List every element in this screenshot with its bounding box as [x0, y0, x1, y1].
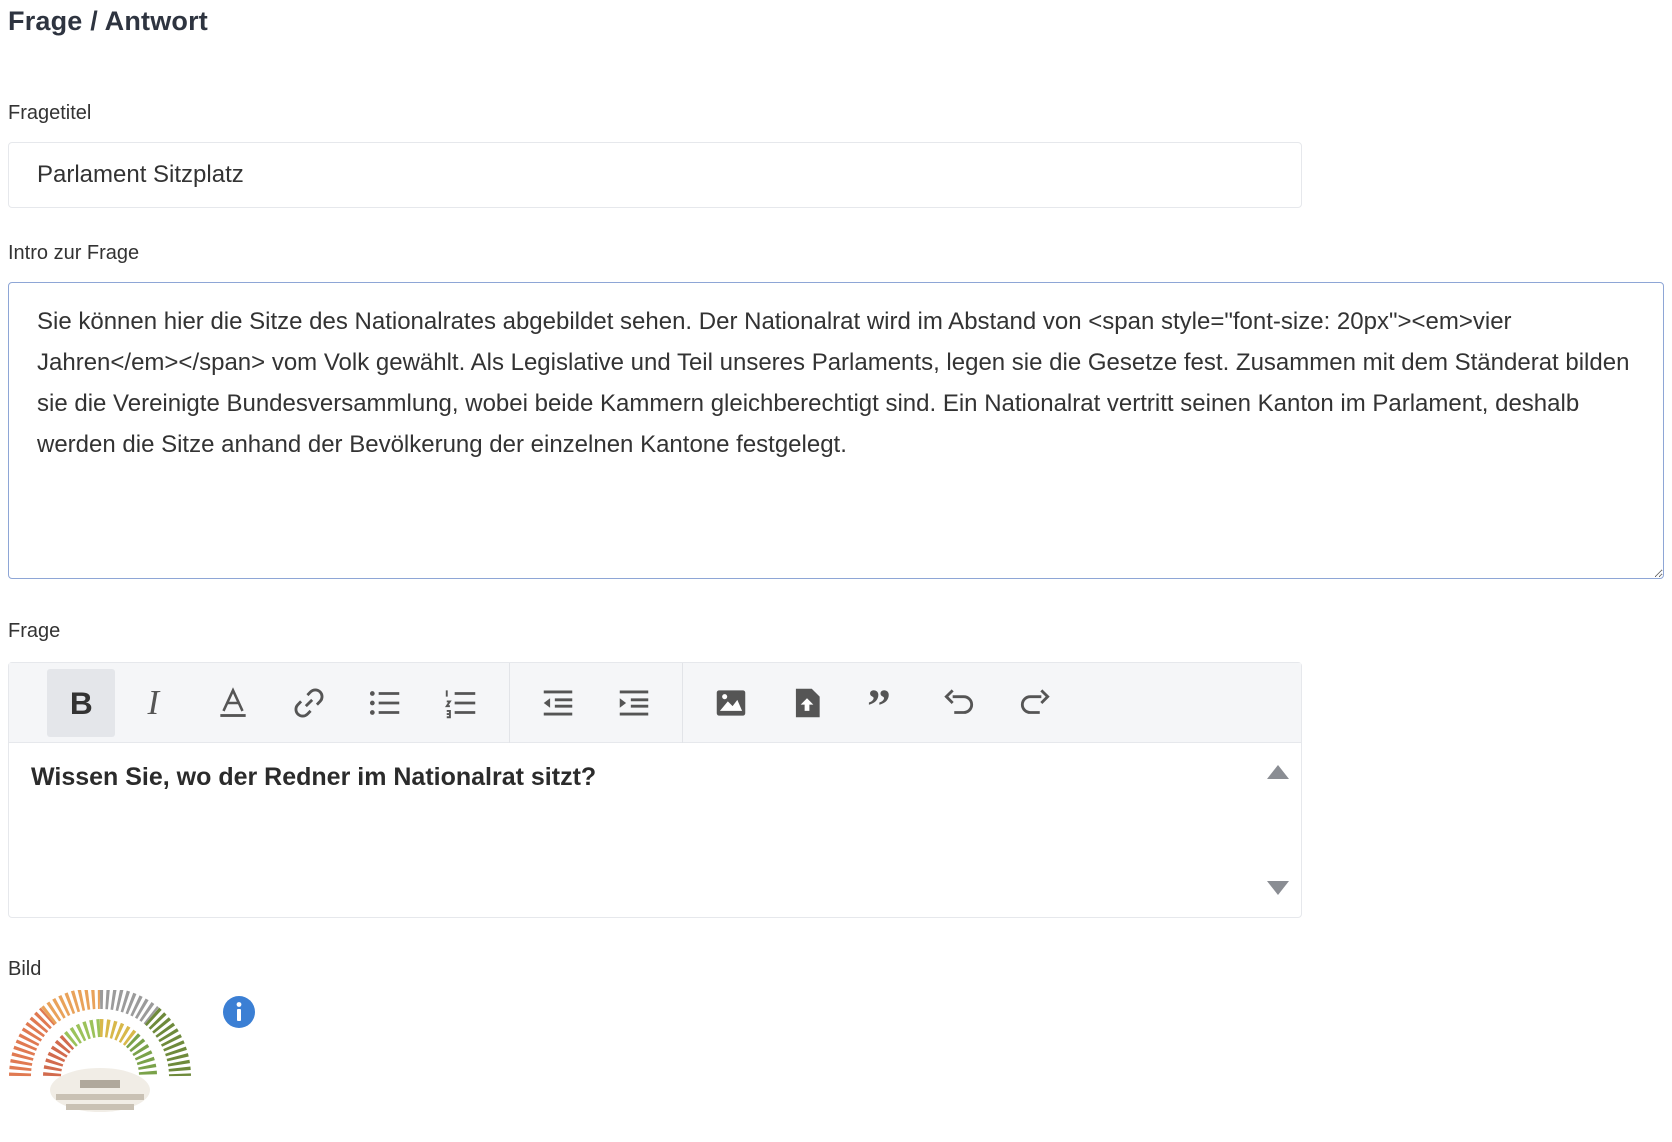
undo-icon [944, 688, 974, 714]
info-icon[interactable] [222, 995, 256, 1029]
link-icon [294, 688, 324, 717]
numbered-list-icon [444, 689, 476, 718]
quote-icon: ” [867, 684, 891, 722]
frage-rich-text-editor: B I ” Wissen Sie, wo der Redner im Natio… [8, 662, 1302, 918]
fragetitel-input[interactable] [8, 142, 1302, 208]
redo-button[interactable] [1001, 669, 1069, 737]
scroll-down-arrow[interactable] [1267, 881, 1289, 895]
link-button[interactable] [275, 669, 343, 737]
intro-label: Intro zur Frage [8, 242, 140, 264]
blockquote-button[interactable]: ” [849, 669, 917, 737]
upload-file-button[interactable] [773, 669, 841, 737]
section-title: Frage / Antwort [8, 6, 209, 36]
frage-content-text: Wissen Sie, wo der Redner im Nationalrat… [31, 763, 597, 791]
undo-button[interactable] [925, 669, 993, 737]
fragetitel-label: Fragetitel [8, 102, 92, 124]
redo-icon [1020, 688, 1050, 714]
toolbar-separator [682, 662, 683, 743]
svg-text:B: B [70, 685, 93, 721]
scroll-up-arrow[interactable] [1267, 765, 1289, 779]
italic-icon: I [147, 684, 161, 722]
insert-image-button[interactable] [697, 669, 765, 737]
indent-icon [619, 689, 649, 716]
bold-button[interactable]: B [47, 668, 115, 737]
intro-textarea[interactable]: Sie können hier die Sitze des Nationalra… [8, 282, 1664, 579]
editor-content-area[interactable]: Wissen Sie, wo der Redner im Nationalrat… [9, 743, 1301, 917]
bulleted-list-icon [369, 690, 400, 715]
indent-button[interactable] [600, 669, 668, 737]
frage-label: Frage [8, 620, 61, 642]
bulleted-list-button[interactable] [351, 669, 419, 737]
editor-toolbar: B I ” [9, 662, 1301, 743]
text-color-button[interactable] [199, 669, 267, 737]
toolbar-separator [509, 662, 510, 743]
numbered-list-button[interactable] [427, 669, 495, 737]
file-upload-icon [795, 688, 820, 717]
italic-button[interactable]: I [123, 669, 191, 737]
outdent-icon [543, 689, 573, 716]
text-color-icon [220, 686, 246, 717]
svg-text:I: I [147, 684, 161, 722]
bild-label: Bild [8, 958, 42, 980]
image-icon [716, 689, 746, 716]
svg-text:”: ” [867, 684, 891, 722]
parliament-seating-image[interactable] [8, 990, 192, 1120]
outdent-button[interactable] [524, 669, 592, 737]
bold-icon: B [70, 685, 93, 721]
